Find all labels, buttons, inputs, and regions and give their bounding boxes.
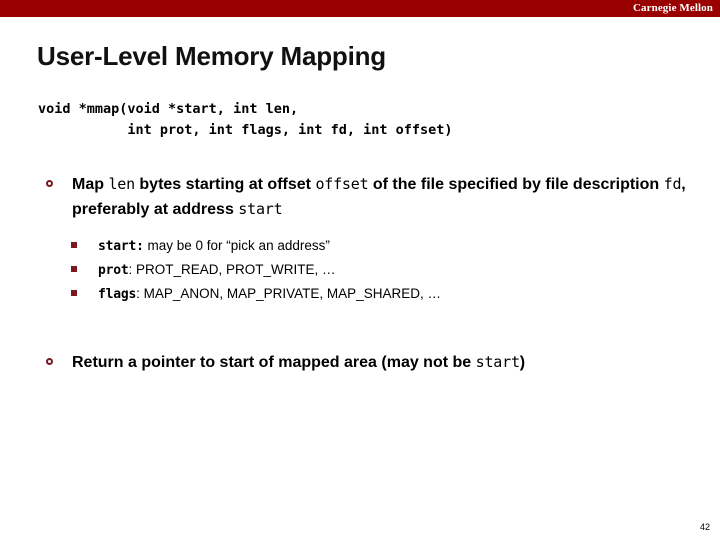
sub-bullet-text: : PROT_READ, PROT_WRITE, … [128, 262, 336, 277]
top-banner-bar [0, 0, 720, 17]
square-marker-icon [71, 266, 77, 272]
code-signature-line-1: void *mmap(void *start, int len, [38, 101, 299, 117]
square-marker-icon [71, 290, 77, 296]
inline-code: start [238, 200, 283, 218]
carnegie-mellon-brand-text: Carnegie Mellon [632, 2, 713, 14]
inline-code: prot [98, 263, 129, 278]
inline-code: offset [315, 175, 369, 193]
bullet-item: Map len bytes starting at offset offset … [0, 172, 720, 222]
circle-marker-icon [46, 358, 53, 365]
inline-code: len [108, 175, 135, 193]
sub-bullet-item: flags: MAP_ANON, MAP_PRIVATE, MAP_SHARED… [0, 282, 720, 306]
bullet-list: Map len bytes starting at offset offset … [0, 172, 720, 377]
square-marker-icon [71, 242, 77, 248]
bullet-text: of the file specified by file descriptio… [368, 176, 664, 193]
code-signature-line-2: int prot, int flags, int fd, int offset) [38, 122, 453, 138]
sub-bullet-text: : MAP_ANON, MAP_PRIVATE, MAP_SHARED, … [136, 286, 441, 301]
circle-marker-icon [46, 180, 53, 187]
bullet-item: Return a pointer to start of mapped area… [0, 350, 720, 375]
sub-bullet-item: prot: PROT_READ, PROT_WRITE, … [0, 258, 720, 282]
inline-code: start: [98, 239, 144, 254]
sub-bullet-list: start: may be 0 for “pick an address” pro… [0, 234, 720, 306]
bullet-text: ) [519, 354, 526, 371]
code-signature-block: void *mmap(void *start, int len, int pro… [38, 99, 453, 141]
page-number: 42 [699, 522, 710, 532]
page-title: User-Level Memory Mapping [37, 41, 386, 71]
inline-code: start [475, 353, 520, 371]
slide: Carnegie Mellon User-Level Memory Mappin… [0, 0, 720, 540]
inline-code: fd [663, 175, 682, 193]
sub-bullet-item: start: may be 0 for “pick an address” [0, 234, 720, 258]
bullet-text: Return a pointer to start of mapped area… [72, 354, 476, 371]
bullet-text: Map [72, 176, 109, 193]
bullet-text: bytes starting at offset [134, 176, 316, 193]
inline-code: flags [98, 287, 137, 302]
sub-bullet-text: may be 0 for “pick an address” [143, 238, 330, 253]
